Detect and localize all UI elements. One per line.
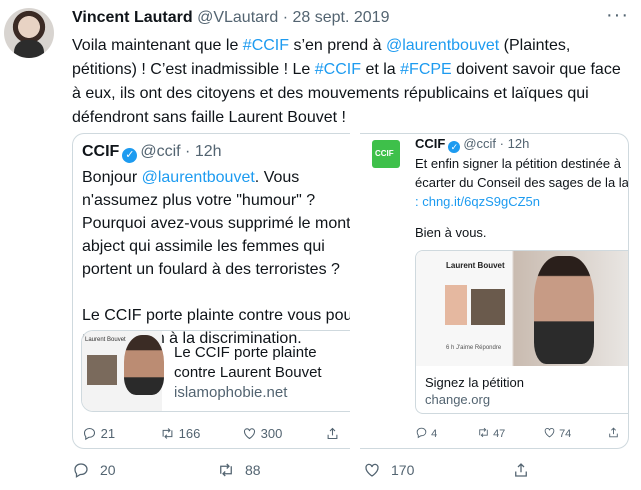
heart-icon	[243, 428, 256, 440]
retweet-icon	[220, 463, 232, 477]
quoted-author-name: CCIF	[415, 136, 446, 151]
quoted-text-segment: abject qui assimile les femmes qui	[82, 238, 325, 255]
reply-icon	[83, 427, 96, 441]
quoted-tweet-header: CCIF ✓ @ccif · 12h	[415, 136, 529, 153]
quoted-tweet-text: Bonjour @laurentbouvet. Vous n'assumez pl…	[82, 166, 350, 350]
tweet-text-segment: s’en prend à	[289, 37, 386, 54]
quoted-separator: ·	[185, 143, 191, 160]
share-button[interactable]	[607, 426, 620, 442]
share-icon	[515, 463, 527, 477]
tweet-date[interactable]: 28 sept. 2019	[293, 9, 390, 26]
quoted-author-handle: @ccif	[140, 143, 181, 160]
quoted-author-handle: @ccif	[463, 136, 497, 151]
like-count: 74	[559, 428, 572, 440]
thumbnail-label: Laurent Bouvet	[85, 337, 126, 343]
quoted-text-line: portent un foulard à des terroristes ?	[82, 258, 350, 281]
author-name[interactable]: Vincent Lautard	[72, 9, 193, 26]
quoted-text-line: Et enfin signer la pétition destinée à	[415, 156, 621, 171]
quoted-text-line: Pourquoi avez-vous supprimé le mont	[82, 212, 350, 235]
retweet-icon	[479, 427, 488, 438]
share-icon	[327, 427, 338, 440]
tweet-text-segment: Voila maintenant que le	[72, 37, 243, 54]
quoted-text-segment: Pourquoi avez-vous supprimé le mont	[82, 215, 350, 232]
ccif-logo-icon	[372, 140, 400, 168]
heart-icon	[365, 463, 379, 477]
quoted-separator: ·	[499, 136, 505, 151]
link-card-image: Laurent Bouvet 6 h J'aime Répondre	[416, 251, 628, 366]
author-avatar[interactable]	[4, 8, 54, 58]
quoted-text-segment: Bonjour	[82, 169, 142, 186]
quoted-author-name: CCIF	[82, 143, 120, 160]
like-button[interactable]: 300	[242, 426, 282, 444]
tweet-text-link[interactable]: @laurentbouvet	[386, 37, 499, 54]
share-button[interactable]	[512, 461, 530, 479]
tweet-text-link[interactable]: #CCIF	[243, 37, 289, 54]
quoted-tweet-right[interactable]: CCIF✓@ccif · 12h Et enfin signer la péti…	[360, 133, 629, 449]
quoted-time: 12h	[507, 136, 530, 151]
mention-link[interactable]: @laurentbouvet	[142, 169, 255, 186]
reply-icon	[74, 463, 88, 478]
image-name-label: Laurent Bouvet	[446, 261, 505, 270]
tweet-actions: 20 88 170	[72, 461, 627, 483]
reply-count: 4	[431, 428, 438, 440]
like-button[interactable]: 170	[363, 461, 414, 479]
share-icon	[609, 427, 618, 438]
petition-link[interactable]: : chng.it/6qzS9gCZ5n	[415, 192, 628, 211]
like-count: 300	[260, 426, 283, 441]
quoted-tweet-header: CCIF ✓ @ccif · 12h	[82, 143, 222, 163]
retweet-count: 47	[493, 428, 506, 440]
link-card[interactable]: Laurent Bouvet Le CCIF porte plainte con…	[81, 330, 350, 412]
link-card-thumbnail: Laurent Bouvet	[82, 331, 164, 411]
retweet-count: 166	[178, 426, 201, 441]
link-card-title: Signez la pétition	[425, 375, 525, 390]
link-card-domain: islamophobie.net	[174, 384, 288, 401]
header-separator: ·	[282, 9, 289, 26]
image-footer-label: 6 h J'aime Répondre	[446, 345, 502, 351]
reply-button[interactable]: 4	[415, 426, 437, 442]
author-handle[interactable]: @VLautard	[197, 9, 278, 26]
tweet-text: Voila maintenant que le #CCIF s’en prend…	[72, 34, 627, 130]
tweet-text-link[interactable]: #CCIF	[315, 61, 361, 78]
reply-count: 20	[100, 462, 116, 478]
quoted-tweet-text: Et enfin signer la pétition destinée à é…	[415, 154, 629, 211]
quoted-text-segment: portent un foulard à des terroristes ?	[82, 261, 340, 278]
quoted-time: 12h	[194, 143, 222, 160]
reply-button[interactable]: 20	[72, 461, 116, 479]
reply-count: 21	[100, 426, 116, 441]
link-card-domain: change.org	[425, 392, 491, 407]
tweet-text-segment: et la	[361, 61, 401, 78]
share-button[interactable]	[325, 426, 340, 444]
reply-button[interactable]: 21	[82, 426, 115, 444]
retweet-button[interactable]: 47	[477, 426, 505, 442]
quoted-text-line: abject qui assimile les femmes qui	[82, 235, 350, 258]
verified-icon: ✓	[448, 141, 461, 153]
retweet-count: 88	[245, 462, 261, 478]
tweet-header: Vincent Lautard @VLautard · 28 sept. 201…	[72, 9, 389, 27]
quoted-text-line: n'assumez plus votre "humour" ?	[82, 189, 350, 212]
retweet-icon	[162, 428, 173, 439]
quoted-tweet-actions: 21 166 300	[82, 426, 350, 444]
heart-icon	[544, 427, 555, 438]
quoted-greeting: Bien à vous.	[415, 225, 487, 240]
quoted-text-line: Le CCIF porte plainte contre vous pou	[82, 304, 350, 327]
like-count: 170	[391, 462, 415, 478]
quoted-text-segment: . Vous	[254, 169, 300, 186]
verified-icon: ✓	[122, 148, 138, 163]
like-button[interactable]: 74	[543, 426, 571, 442]
retweet-button[interactable]: 88	[217, 461, 261, 479]
link-card-title: Le CCIF porte plainte contre Laurent Bou…	[174, 344, 322, 381]
more-icon[interactable]: ···	[606, 4, 629, 27]
link-card[interactable]: Laurent Bouvet 6 h J'aime Répondre Signe…	[415, 250, 628, 414]
reply-icon	[416, 427, 427, 439]
retweet-button[interactable]: 166	[160, 426, 200, 444]
quoted-tweet-actions: 4 47 74	[415, 426, 625, 444]
quoted-text-line	[82, 281, 350, 304]
tweet-text-link[interactable]: #FCPE	[400, 61, 452, 78]
quoted-text-line: Bonjour @laurentbouvet. Vous	[82, 166, 350, 189]
quoted-text-segment: n'assumez plus votre "humour" ?	[82, 192, 316, 209]
quoted-text-segment: Le CCIF porte plainte contre vous pou	[82, 307, 350, 324]
quoted-tweet-left[interactable]: CCIF ✓ @ccif · 12h Bonjour @laurentbouvet.…	[72, 133, 350, 449]
quoted-text-line: écarter du Conseil des sages de la la	[415, 175, 629, 190]
